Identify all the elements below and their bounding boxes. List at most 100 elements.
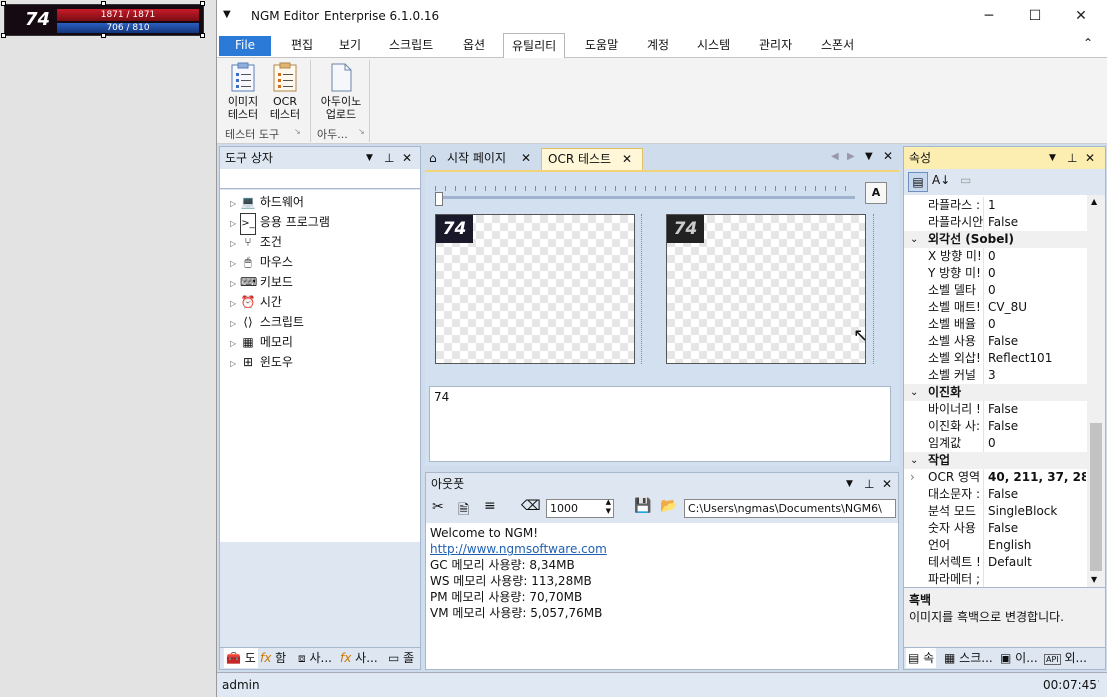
system-menu-icon[interactable]: ▼ (223, 9, 231, 20)
menu-account[interactable]: 계정 (639, 36, 677, 56)
property-value[interactable]: 0 (988, 316, 1086, 333)
property-row[interactable]: 라플라시안 False (904, 214, 1087, 231)
menu-admin[interactable]: 관리자 (751, 36, 800, 56)
stepper-arrows-icon[interactable]: ▲ ▼ (606, 498, 611, 516)
tree-item-application[interactable]: ▷ >_ 응용 프로그램 (230, 212, 330, 235)
close-button[interactable]: ✕ (1058, 0, 1104, 32)
property-value[interactable]: 40, 211, 37, 28 (988, 469, 1086, 486)
tab-external[interactable]: API 외... (1044, 648, 1087, 670)
property-row[interactable]: 테서렉트 ! Default (904, 554, 1087, 571)
property-scrollbar[interactable]: ▲ ▼ (1087, 195, 1105, 587)
eraser-icon[interactable]: ⌫ (521, 498, 541, 514)
property-row[interactable]: 소벨 외삽! Reflect101 (904, 350, 1087, 367)
property-row[interactable]: 대소문자 : False (904, 486, 1087, 503)
property-value[interactable]: Reflect101 (988, 350, 1086, 367)
property-row[interactable]: › OCR 영역 40, 211, 37, 28 (904, 469, 1087, 486)
property-row[interactable]: 소벨 매트! CV_8U (904, 299, 1087, 316)
tab-user-2[interactable]: fx 사... (340, 648, 378, 668)
menu-options[interactable]: 옵션 (455, 36, 493, 56)
sort-alpha-icon[interactable]: A↓ (932, 173, 950, 187)
collapse-ribbon-icon[interactable]: ⌃ (1083, 36, 1093, 50)
tab-script[interactable]: ▦ 스크... (944, 648, 993, 668)
property-row[interactable]: 분석 모드 SingleBlock (904, 503, 1087, 520)
close-editor-icon[interactable]: ✕ (883, 149, 893, 163)
vertical-slider-right[interactable] (873, 214, 883, 364)
tree-item-script[interactable]: ▷ ⟨⟩ 스크립트 (230, 312, 304, 332)
property-row[interactable]: 이진화 사: False (904, 418, 1087, 435)
website-link[interactable]: http://www.ngmsoftware.com (430, 541, 894, 557)
expand-icon[interactable]: ▷ (230, 199, 236, 208)
menu-system[interactable]: 시스템 (689, 36, 738, 56)
property-row[interactable]: 소벨 배율 0 (904, 316, 1087, 333)
log-path-input[interactable]: C:\Users\ngmas\Documents\NGM6\ (684, 499, 896, 518)
property-row[interactable]: 소벨 사용 False (904, 333, 1087, 350)
property-value[interactable]: 0 (988, 282, 1086, 299)
tab-list-icon[interactable]: ▼ (865, 151, 873, 162)
property-row[interactable]: 파라메터 ; (904, 571, 1087, 587)
tree-item-window[interactable]: ▷ ⊞ 윈도우 (230, 352, 293, 372)
property-row[interactable]: 소벨 델타 0 (904, 282, 1087, 299)
scroll-left-icon[interactable]: ◀ (831, 151, 839, 162)
property-row[interactable]: 언어 English (904, 537, 1087, 554)
expand-icon[interactable]: ▷ (230, 219, 236, 228)
tab-toolbox[interactable]: 🧰 도 (224, 648, 258, 668)
expand-icon[interactable]: ▷ (230, 339, 236, 348)
scroll-down-icon[interactable]: ▼ (1091, 575, 1097, 584)
ocr-result-textbox[interactable]: 74 (429, 386, 891, 462)
property-category[interactable]: ⌄ 이진화 (904, 384, 1087, 401)
menu-utility[interactable]: 유틸리티 (503, 33, 566, 59)
close-tab-icon[interactable]: ✕ (521, 148, 531, 168)
tree-item-condition[interactable]: ▷ ⑂ 조건 (230, 232, 282, 252)
resize-handle-t[interactable] (101, 1, 106, 6)
dropdown-icon[interactable]: ▼ (846, 473, 853, 495)
collapse-icon[interactable]: ⌄ (910, 452, 918, 469)
resize-handle-br[interactable] (200, 33, 205, 38)
resize-grip-icon[interactable]: ⋰ (1091, 680, 1100, 690)
scrollbar-thumb[interactable] (1090, 423, 1102, 571)
property-pages-icon[interactable]: ▭ (960, 173, 971, 187)
property-value[interactable]: False (988, 214, 1086, 231)
property-value[interactable]: Default (988, 554, 1086, 571)
tree-item-time[interactable]: ▷ ⏰ 시간 (230, 292, 282, 312)
pin-icon[interactable]: ⊥ (864, 473, 874, 495)
tree-item-hardware[interactable]: ▷ 💻 하드웨어 (230, 192, 304, 212)
close-panel-icon[interactable]: ✕ (402, 147, 412, 169)
group-launcher-icon[interactable]: ↘ (358, 127, 365, 136)
tab-favorites[interactable]: ▭ 졸 (388, 648, 414, 668)
property-row[interactable]: 라플라스 :1 (904, 197, 1087, 214)
property-value[interactable]: 0 (988, 248, 1086, 265)
broom-icon[interactable]: ✂ (432, 499, 444, 515)
auto-fit-icon[interactable]: A (865, 182, 887, 204)
property-category[interactable]: ⌄ 외각선 (Sobel) (904, 231, 1087, 248)
property-value[interactable]: 0 (988, 265, 1086, 282)
maximize-button[interactable]: ☐ (1012, 0, 1058, 32)
tab-image[interactable]: ▣ 이... (1000, 648, 1038, 668)
categorized-icon[interactable]: ▤ (908, 172, 928, 192)
property-value[interactable]: 0 (988, 435, 1086, 452)
tree-item-mouse[interactable]: ▷ 🖱 마우스 (230, 252, 293, 272)
image-tester-button[interactable]: 이미지 테스터 (223, 62, 263, 121)
property-value[interactable]: 1 (988, 197, 1086, 214)
tab-start-page[interactable]: ⌂ 시작 페이지 ✕ (425, 148, 539, 170)
property-value[interactable]: CV_8U (988, 299, 1086, 316)
resize-handle-bl[interactable] (1, 33, 6, 38)
menu-help[interactable]: 도움말 (577, 36, 626, 56)
close-panel-icon[interactable]: ✕ (882, 473, 892, 495)
property-value[interactable]: SingleBlock (988, 503, 1086, 520)
ocr-tester-button[interactable]: OCR 테스터 (265, 62, 305, 121)
property-row[interactable]: X 방향 미! 0 (904, 248, 1087, 265)
pin-icon[interactable]: ⊥ (1067, 147, 1077, 169)
pin-icon[interactable]: ⊥ (384, 147, 394, 169)
line-count-stepper[interactable]: 1000 ▲ ▼ (546, 498, 614, 518)
menu-view[interactable]: 보기 (331, 36, 369, 56)
tab-functions[interactable]: fx 함 (260, 648, 286, 668)
expand-icon[interactable]: ▷ (230, 299, 236, 308)
resize-handle-tl[interactable] (1, 1, 6, 6)
property-value[interactable]: False (988, 333, 1086, 350)
tab-ocr-test[interactable]: OCR 테스트 ✕ (541, 148, 643, 170)
tab-user-1[interactable]: ⧈ 사... (298, 648, 332, 668)
resize-handle-tr[interactable] (200, 1, 205, 6)
close-panel-icon[interactable]: ✕ (1085, 147, 1095, 169)
property-row[interactable]: 임계값 0 (904, 435, 1087, 452)
tree-item-keyboard[interactable]: ▷ ⌨ 키보드 (230, 272, 293, 292)
